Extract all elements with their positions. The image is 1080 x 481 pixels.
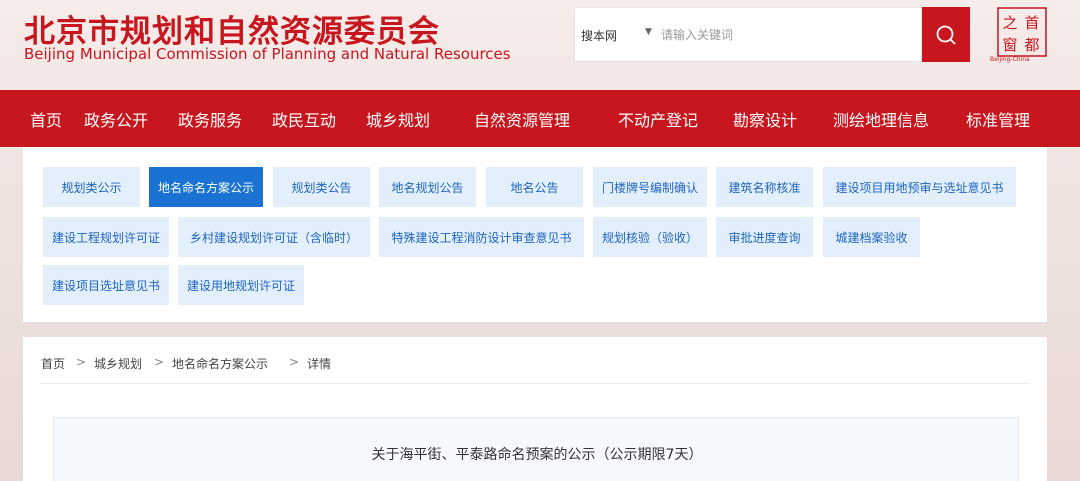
nav-item-gov-services[interactable]: 政务服务 xyxy=(178,107,242,131)
search-button[interactable] xyxy=(922,7,970,62)
nav-item-survey-design[interactable]: 勘察设计 xyxy=(733,107,797,131)
nav-item-real-estate[interactable]: 不动产登记 xyxy=(618,107,698,131)
breadcrumb-current: 详情 xyxy=(307,357,332,371)
logo-char: 之 xyxy=(1002,14,1017,32)
logo-char: 窗 xyxy=(1002,36,1017,54)
nav-item-standards[interactable]: 标准管理 xyxy=(966,107,1030,131)
search-scope-select[interactable]: 搜本网 xyxy=(581,27,617,44)
article-title: 关于海平街、平泰路命名预案的公示（公示期限7天） xyxy=(371,447,703,463)
subnav-chip[interactable]: 特殊建设工程消防设计审查意见书 xyxy=(379,217,584,257)
content-panel: 首页 > 城乡规划 > 地名命名方案公示 > 详情 关于海平街、平泰路命名预案的… xyxy=(23,337,1047,481)
subnav-chip[interactable]: 地名公告 xyxy=(486,167,583,207)
caret-down-icon[interactable]: ▼ xyxy=(645,27,652,37)
nav-item-interaction[interactable]: 政民互动 xyxy=(272,107,336,131)
subnav-chip[interactable]: 乡村建设规划许可证（含临时） xyxy=(178,217,370,257)
breadcrumb-separator: > xyxy=(289,355,300,369)
breadcrumb-urban-planning[interactable]: 城乡规划 xyxy=(94,355,142,372)
subnav-chip[interactable]: 规划类公示 xyxy=(43,167,140,207)
nav-item-home[interactable]: 首页 xyxy=(30,107,62,131)
nav-item-urban-planning[interactable]: 城乡规划 xyxy=(366,107,430,131)
logo-char: 都 xyxy=(1024,36,1039,54)
nav-item-natural-resources[interactable]: 自然资源管理 xyxy=(474,107,570,131)
nav-item-gov-affairs[interactable]: 政务公开 xyxy=(84,107,148,131)
subnav-chip[interactable]: 城建档案验收 xyxy=(823,217,920,257)
sub-nav-panel: 规划类公示 地名命名方案公示 规划类公告 地名规划公告 地名公告 门楼牌号编制确… xyxy=(23,147,1047,322)
site-header: 北京市规划和自然资源委员会 Beijing Municipal Commissi… xyxy=(0,0,1080,90)
search-input[interactable] xyxy=(661,20,911,50)
nav-item-mapping[interactable]: 测绘地理信息 xyxy=(833,107,929,131)
divider xyxy=(40,383,1030,384)
subnav-chip-active[interactable]: 地名命名方案公示 xyxy=(149,167,263,207)
search-box: 搜本网 ▼ xyxy=(574,7,922,62)
capital-window-logo[interactable]: 之 首 窗 都 xyxy=(996,6,1048,62)
breadcrumb-separator: > xyxy=(154,355,165,369)
breadcrumb-naming-plan[interactable]: 地名命名方案公示 xyxy=(172,355,268,372)
subnav-chip[interactable]: 建设用地规划许可证 xyxy=(178,265,304,305)
breadcrumb-home[interactable]: 首页 xyxy=(41,355,65,372)
main-nav: 首页 政务公开 政务服务 政民互动 城乡规划 自然资源管理 不动产登记 勘察设计… xyxy=(0,90,1080,147)
subnav-chip[interactable]: 建筑名称核准 xyxy=(716,167,813,207)
subnav-chip[interactable]: 审批进度查询 xyxy=(716,217,813,257)
subnav-chip[interactable]: 建设工程规划许可证 xyxy=(43,217,169,257)
subnav-chip[interactable]: 地名规划公告 xyxy=(379,167,476,207)
logo-char: 首 xyxy=(1024,14,1039,32)
subnav-chip[interactable]: 建设项目选址意见书 xyxy=(43,265,169,305)
subnav-chip[interactable]: 规划类公告 xyxy=(273,167,370,207)
logo-subtitle: Beijing-China xyxy=(990,56,1030,63)
search-icon xyxy=(936,25,956,45)
subnav-chip[interactable]: 规划核验（验收） xyxy=(593,217,707,257)
subnav-chip[interactable]: 门楼牌号编制确认 xyxy=(593,167,707,207)
site-title-en: Beijing Municipal Commission of Planning… xyxy=(24,45,511,63)
subnav-chip[interactable]: 建设项目用地预审与选址意见书 xyxy=(823,167,1016,207)
article-header: 关于海平街、平泰路命名预案的公示（公示期限7天） xyxy=(53,417,1019,481)
breadcrumb-separator: > xyxy=(76,355,87,369)
